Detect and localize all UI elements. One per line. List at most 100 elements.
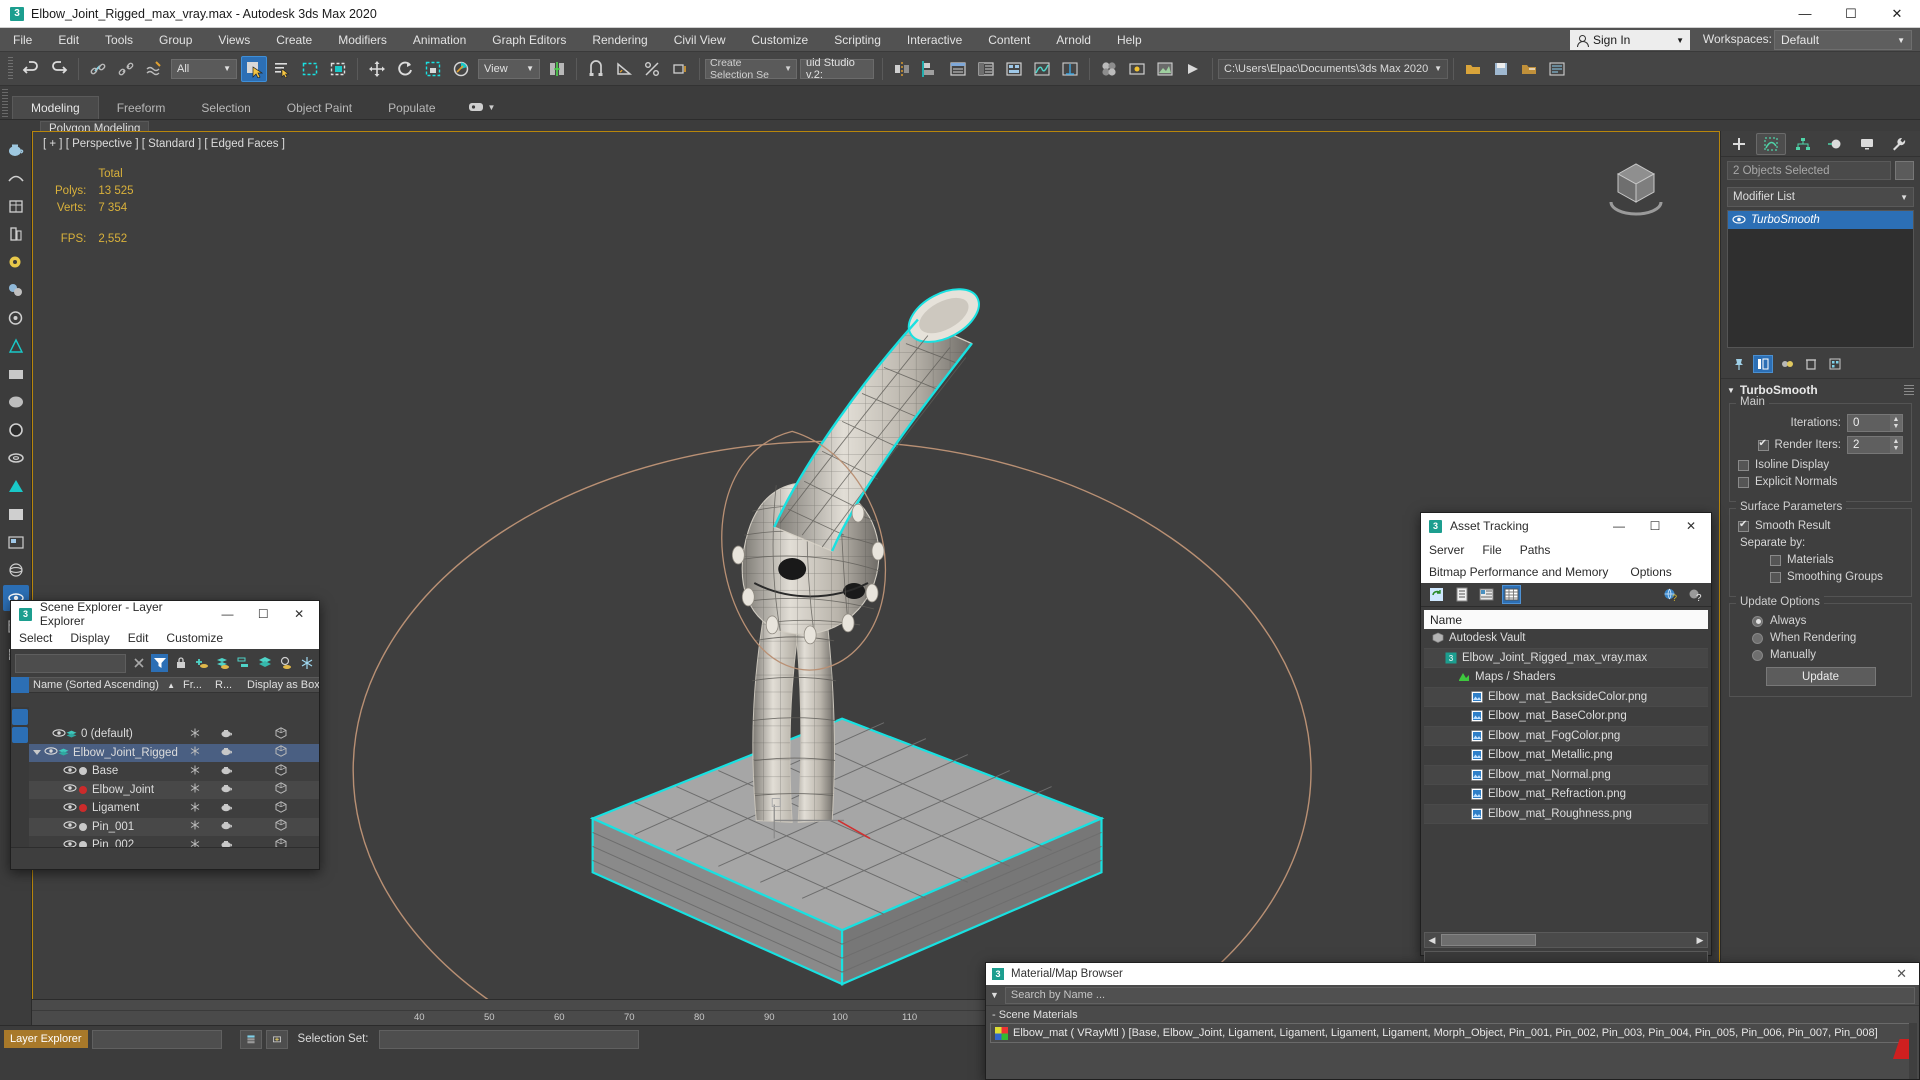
add-selection-to-layer-icon[interactable] (214, 654, 231, 672)
layer-row-0-default-[interactable]: 0 (default) (29, 725, 319, 744)
display-as-box-cell-icon[interactable] (243, 800, 319, 816)
sort-ascending-icon[interactable]: ▲ (167, 681, 175, 690)
menu-graph-editors[interactable]: Graph Editors (479, 28, 579, 52)
scroll-left-icon[interactable]: ◀ (1425, 935, 1439, 946)
script-combo[interactable]: uid Studio v.2: (800, 57, 874, 81)
delete-modifier-icon[interactable] (1801, 355, 1821, 373)
orbit-icon[interactable] (3, 557, 29, 583)
workspace-select[interactable]: Default ▼ (1774, 30, 1912, 50)
column-display-as-box[interactable]: Display as Box (243, 679, 319, 691)
loop-tool-icon[interactable] (3, 305, 29, 331)
spinner-arrows-icon[interactable]: ▲ ▼ (1890, 437, 1902, 453)
select-and-rotate-icon[interactable] (392, 56, 418, 82)
asset-tracking-icon[interactable] (1544, 56, 1570, 82)
scene-explorer-minimize[interactable]: — (210, 601, 246, 627)
highlight-selected-icon[interactable] (277, 654, 294, 672)
create-layer-icon[interactable] (265, 1029, 288, 1049)
se-menu-customize[interactable]: Customize (166, 631, 223, 645)
ribbon-tab-object-paint[interactable]: Object Paint (269, 97, 370, 119)
select-by-name-icon[interactable] (269, 56, 295, 82)
object-color-swatch[interactable] (1895, 161, 1914, 180)
scene-explorer-close[interactable]: ✕ (281, 601, 317, 627)
refresh-icon[interactable] (1427, 585, 1446, 604)
named-selection-set-input[interactable]: Create Selection Se ▼ (705, 57, 797, 81)
ribbon-grip[interactable] (2, 89, 8, 117)
bind-to-space-warp-icon[interactable] (141, 56, 167, 82)
scene-materials-section-header[interactable]: - Scene Materials (986, 1006, 1919, 1023)
asset-tracking-rows[interactable]: Autodesk Vault 3 Elbow_Joint_Rigged_max_vr… (1424, 629, 1708, 929)
open-folder-icon[interactable] (1460, 56, 1486, 82)
layer-explorer-icon[interactable] (945, 56, 971, 82)
at-menu-file[interactable]: File (1482, 543, 1501, 557)
schematic-view-icon[interactable] (1057, 56, 1083, 82)
menu-rendering[interactable]: Rendering (579, 28, 660, 52)
viewcube-icon[interactable] (1605, 154, 1667, 216)
ribbon-tab-modeling[interactable]: Modeling (12, 96, 99, 119)
gutter-toggle-icon[interactable] (12, 709, 28, 725)
clear-search-icon[interactable] (130, 654, 147, 672)
ribbon-tab-populate[interactable]: Populate (370, 97, 453, 119)
window-crossing-toggle-icon[interactable] (325, 56, 351, 82)
frozen-cell-icon[interactable] (179, 728, 211, 741)
lock-icon[interactable] (172, 654, 189, 672)
layer-row-ligament[interactable]: Ligament (29, 799, 319, 818)
frozen-cell-icon[interactable] (179, 802, 211, 815)
ribbon-tab-selection[interactable]: Selection (183, 97, 268, 119)
display-as-box-cell-icon[interactable] (243, 782, 319, 797)
at-menu-server[interactable]: Server (1429, 543, 1464, 557)
rectangle-tool-icon[interactable] (3, 501, 29, 527)
material-browser-vscrollbar[interactable] (1909, 1023, 1917, 1079)
menu-customize[interactable]: Customize (739, 28, 822, 52)
smooth-tool-icon[interactable] (3, 277, 29, 303)
rectangular-selection-region-icon[interactable] (297, 56, 323, 82)
torus-tool-icon[interactable] (3, 445, 29, 471)
material-search-input[interactable]: Search by Name ... (1004, 986, 1915, 1004)
eye-icon[interactable] (1732, 214, 1746, 226)
explicit-normals-checkbox[interactable] (1738, 476, 1749, 488)
details-view-icon[interactable] (1477, 585, 1496, 604)
object-color-dot[interactable] (79, 767, 87, 776)
asset-row-maps-shaders[interactable]: Maps / Shaders (1424, 668, 1708, 688)
select-layer-children-icon[interactable] (235, 654, 252, 672)
asset-row-elbow-mat-metallic-png[interactable]: Elbow_mat_Metallic.png (1424, 746, 1708, 766)
box-tool-icon[interactable] (3, 193, 29, 219)
menu-arnold[interactable]: Arnold (1043, 28, 1104, 52)
filter-icon[interactable] (151, 654, 169, 672)
visibility-eye-icon[interactable] (44, 746, 58, 759)
at-menu-bitmap-perf[interactable]: Bitmap Performance and Memory (1429, 565, 1608, 579)
layer-row-pin-002[interactable]: Pin_002 (29, 836, 319, 847)
project-path-display[interactable]: C:\Users\Elpac\Documents\3ds Max 2020 ▼ (1218, 58, 1448, 79)
toolbar-grip[interactable] (8, 56, 13, 81)
display-tab-icon[interactable] (1852, 133, 1882, 155)
layer-row-elbow-joint-rigged[interactable]: Elbow_Joint_Rigged (29, 743, 319, 762)
render-setup-icon[interactable] (1124, 56, 1150, 82)
visibility-eye-icon[interactable] (63, 765, 77, 778)
frozen-cell-icon[interactable] (179, 783, 211, 796)
layer-row-elbow-joint[interactable]: Elbow_Joint (29, 780, 319, 799)
expand-triangle-icon[interactable] (33, 750, 41, 756)
selection-filter-combo[interactable]: All ▼ (171, 58, 237, 79)
selection-set-field[interactable] (378, 1029, 639, 1049)
minimize-button[interactable]: — (1782, 0, 1828, 28)
material-browser-close[interactable]: ✕ (1890, 966, 1913, 982)
align-icon[interactable] (917, 56, 943, 82)
motion-tab-icon[interactable] (1820, 133, 1850, 155)
visibility-eye-icon[interactable] (52, 728, 66, 741)
object-color-dot[interactable] (79, 822, 87, 831)
renderable-cell-icon[interactable] (211, 802, 243, 815)
material-browser-title-bar[interactable]: 3 Material/Map Browser ✕ (986, 963, 1919, 985)
at-menu-options[interactable]: Options (1630, 565, 1671, 579)
layer-row-base[interactable]: Base (29, 762, 319, 781)
manage-layers-icon[interactable] (1001, 56, 1027, 82)
asset-row-elbow-mat-roughness-png[interactable]: Elbow_mat_Roughness.png (1424, 804, 1708, 824)
utilities-tab-icon[interactable] (1884, 133, 1914, 155)
chevron-down-icon[interactable]: ▼ (990, 990, 999, 1000)
layer-explorer-tag[interactable]: Layer Explorer (4, 1030, 88, 1048)
use-pivot-point-center-icon[interactable] (544, 56, 570, 82)
menu-scripting[interactable]: Scripting (821, 28, 894, 52)
unlink-icon[interactable] (113, 56, 139, 82)
scene-explorer-window[interactable]: 3 Scene Explorer - Layer Explorer — ☐ ✕ … (10, 600, 320, 870)
rendered-frame-window-icon[interactable] (1152, 56, 1178, 82)
display-as-box-cell-icon[interactable] (243, 837, 319, 847)
render-iters-spinner[interactable]: 2 ▲ ▼ (1847, 436, 1903, 454)
